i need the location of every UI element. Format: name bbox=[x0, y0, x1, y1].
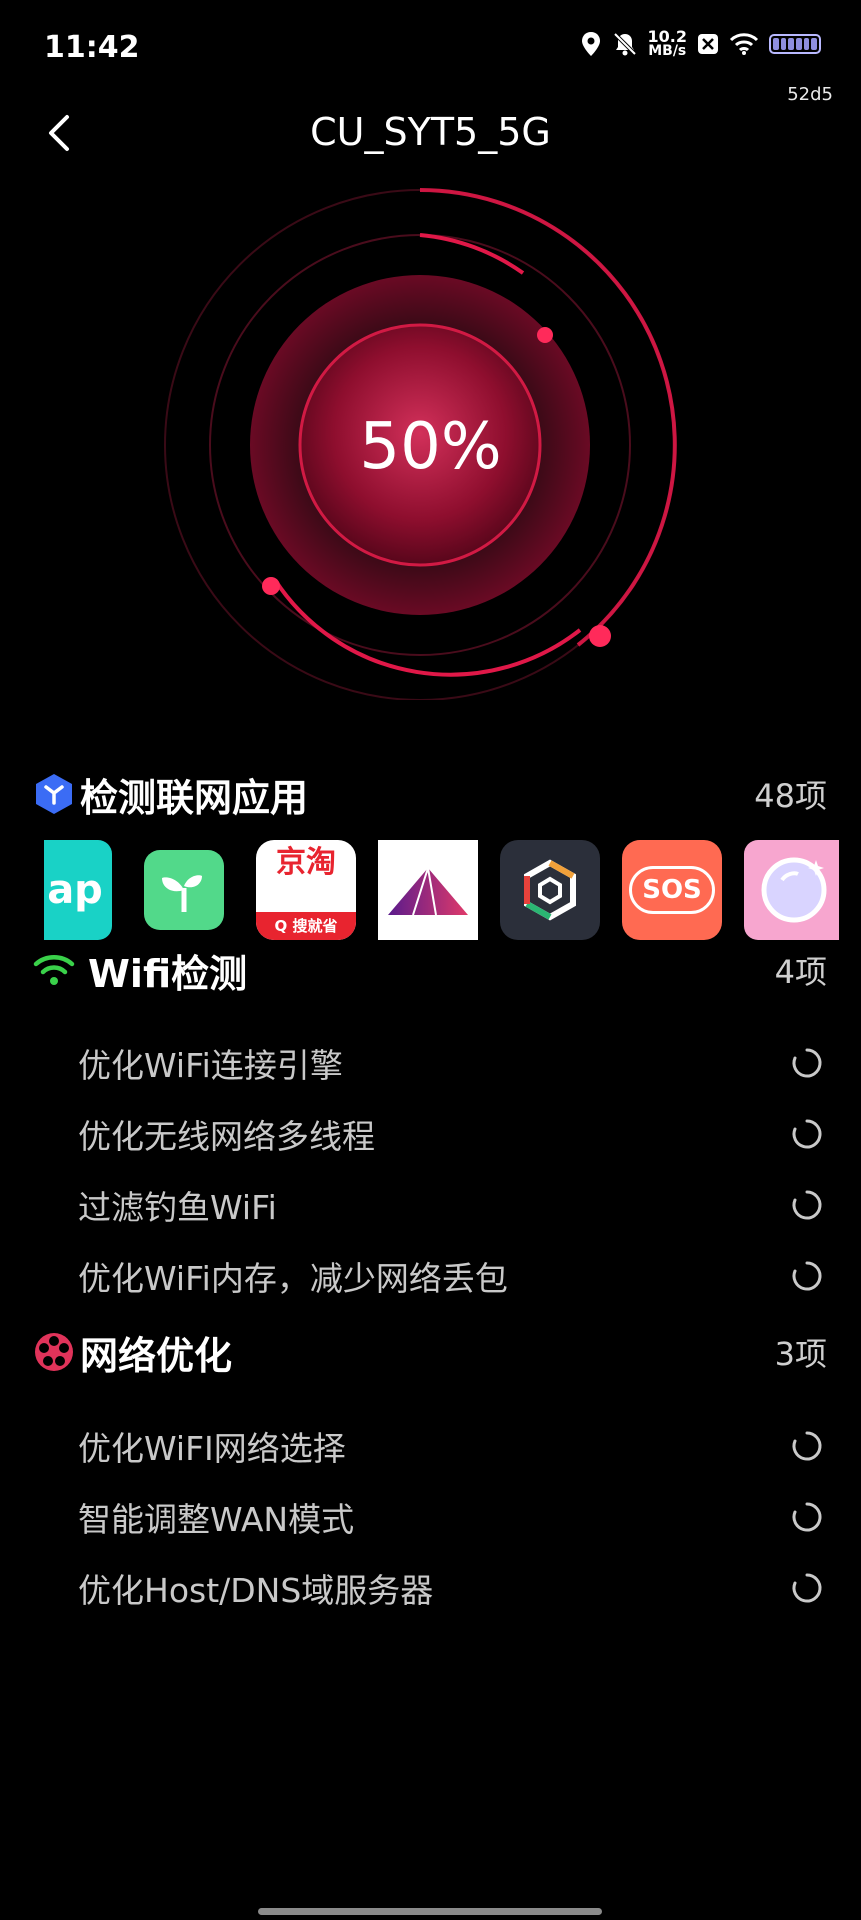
list-item: 过滤钓鱼WiFi bbox=[78, 1177, 823, 1233]
apps-list: ap 京淘 Q 搜就省 SOS bbox=[44, 840, 839, 940]
network-section-title: 网络优化 bbox=[80, 1333, 233, 1378]
sos-app-icon[interactable]: SOS bbox=[622, 840, 722, 940]
apps-section-header: 检测联网应用 48项 bbox=[32, 770, 827, 820]
list-item: 优化WiFI网络选择 bbox=[78, 1418, 823, 1474]
apps-section-count: 48项 bbox=[754, 777, 827, 815]
gauge-dot bbox=[262, 577, 280, 595]
jingtao-app-icon[interactable]: 京淘 Q 搜就省 bbox=[256, 840, 356, 940]
list-item: 优化无线网络多线程 bbox=[78, 1106, 823, 1162]
sprout-app-icon[interactable] bbox=[134, 840, 234, 940]
network-speed: 10.2 MB/s bbox=[647, 27, 687, 59]
mute-bell-icon bbox=[612, 31, 638, 57]
wifi-section-count: 4项 bbox=[774, 953, 827, 991]
list-item: 优化WiFi内存，减少网络丢包 bbox=[78, 1248, 823, 1304]
cube-icon bbox=[32, 772, 76, 816]
loading-spinner-icon bbox=[792, 1431, 822, 1461]
loading-spinner-icon bbox=[792, 1261, 822, 1291]
network-flower-icon bbox=[32, 1330, 76, 1374]
gauge-dot bbox=[537, 327, 553, 343]
progress-percent: 50% bbox=[359, 410, 502, 484]
mirror-app-icon[interactable] bbox=[744, 840, 839, 940]
list-item: 优化WiFi连接引擎 bbox=[78, 1035, 823, 1091]
status-icons: 10.2 MB/s bbox=[580, 27, 821, 59]
taptap-app-icon[interactable]: ap bbox=[44, 840, 112, 940]
hexagon-app-icon[interactable] bbox=[500, 840, 600, 940]
sub-status-label: 52d5 bbox=[787, 84, 833, 105]
home-indicator[interactable] bbox=[258, 1908, 602, 1915]
mountain-app-icon[interactable] bbox=[378, 840, 478, 940]
location-icon bbox=[580, 31, 602, 57]
loading-spinner-icon bbox=[792, 1119, 822, 1149]
loading-spinner-icon bbox=[792, 1502, 822, 1532]
close-badge-icon bbox=[697, 33, 719, 55]
list-item: 优化Host/DNS域服务器 bbox=[78, 1560, 823, 1616]
page-title: CU_SYT5_5G bbox=[310, 110, 551, 154]
wifi-section-header: Wifi检测 4项 bbox=[32, 946, 827, 996]
wifi-icon bbox=[729, 32, 759, 56]
status-time: 11:42 bbox=[44, 30, 140, 65]
battery-icon bbox=[769, 34, 821, 54]
loading-spinner-icon bbox=[792, 1048, 822, 1078]
network-section-count: 3项 bbox=[774, 1335, 827, 1373]
wifi-signal-icon bbox=[32, 948, 76, 992]
loading-spinner-icon bbox=[792, 1190, 822, 1220]
list-item: 智能调整WAN模式 bbox=[78, 1489, 823, 1545]
gauge-dot bbox=[589, 625, 611, 647]
apps-section-title: 检测联网应用 bbox=[80, 775, 309, 820]
network-section-header: 网络优化 3项 bbox=[32, 1328, 827, 1378]
loading-spinner-icon bbox=[792, 1573, 822, 1603]
wifi-section-title: Wifi检测 bbox=[88, 951, 248, 996]
